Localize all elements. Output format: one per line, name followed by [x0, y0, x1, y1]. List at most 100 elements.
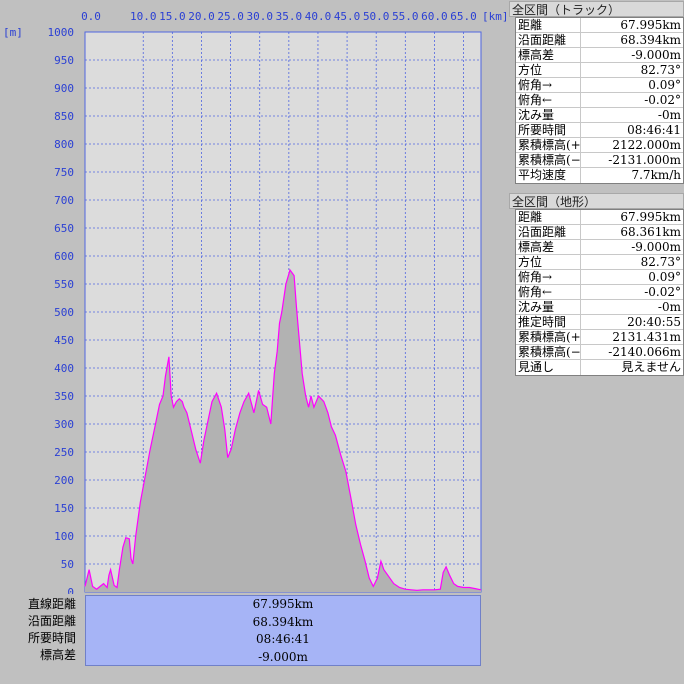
summary-value-duration: 08:46:41	[256, 632, 310, 646]
terrain-stats-panel: 全区間（地形） 距離 67.995km 沿面距離 68.361km 標高差 -9.000m…	[509, 193, 684, 376]
stat-row: 累積標高(+) 2131.431m	[516, 330, 683, 345]
stat-value: 08:46:41	[627, 123, 681, 137]
stat-value: 67.995km	[620, 18, 681, 32]
x-tick-label: 65.0	[450, 10, 477, 23]
stat-key: 俯角←	[516, 285, 581, 299]
y-tick-label: 650	[54, 222, 74, 235]
stat-key: 累積標高(−)	[518, 345, 581, 359]
x-tick-label: 30.0	[246, 10, 273, 23]
stat-value: -2131.000m	[608, 153, 681, 167]
stat-value: 20:40:55	[627, 315, 681, 329]
stat-key: 俯角→	[516, 270, 581, 284]
x-tick-label: 50.0	[363, 10, 390, 23]
stat-row: 距離 67.995km	[516, 18, 683, 33]
stat-key: 標高差	[516, 240, 581, 254]
stat-key: 沿面距離	[516, 225, 581, 239]
stat-value: 2131.431m	[612, 330, 681, 344]
y-tick-label: 900	[54, 82, 74, 95]
y-tick-label: 250	[54, 446, 74, 459]
stat-value: -0m	[657, 300, 681, 314]
stat-value: 67.995km	[620, 210, 681, 224]
y-tick-label: 100	[54, 530, 74, 543]
stat-value: -9.000m	[631, 48, 681, 62]
stat-row: 俯角→ 0.09°	[516, 78, 683, 93]
stat-row: 沈み量 -0m	[516, 108, 683, 123]
summary-label-elevation-diff: 標高差	[39, 648, 76, 662]
terrain-stats-table: 距離 67.995km 沿面距離 68.361km 標高差 -9.000m 方位 82.73°…	[515, 209, 684, 376]
stat-key: 距離	[516, 18, 581, 32]
x-tick-label: 15.0	[159, 10, 186, 23]
y-tick-label: 200	[54, 474, 74, 487]
y-tick-label: 50	[61, 558, 74, 571]
terrain-panel-title: 全区間（地形）	[509, 193, 684, 209]
y-tick-label: 850	[54, 110, 74, 123]
y-tick-label: 550	[54, 278, 74, 291]
y-tick-label: 450	[54, 334, 74, 347]
stat-key: 距離	[516, 210, 581, 224]
y-tick-labels: 0 50 100 150 200 250 300 350 400 450 500 550 600 650 7…	[48, 26, 75, 594]
stat-value: 0.09°	[648, 270, 681, 284]
y-tick-label: 0	[67, 586, 74, 594]
summary-label-straight-distance: 直線距離	[27, 597, 76, 611]
y-tick-label: 750	[54, 166, 74, 179]
stat-row: 標高差 -9.000m	[516, 240, 683, 255]
stat-key: 見通し	[516, 360, 581, 375]
stat-value: -0.02°	[644, 93, 681, 107]
stat-key: 推定時間	[516, 315, 581, 329]
stat-value: 0.09°	[648, 78, 681, 92]
y-tick-label: 700	[54, 194, 74, 207]
track-stats-panel: 全区間（トラック） 距離 67.995km 沿面距離 68.394km 標高差 -9.00…	[509, 1, 684, 184]
stat-row: 俯角← -0.02°	[516, 285, 683, 300]
stat-key: 俯角→	[516, 78, 581, 92]
summary-label-surface-distance: 沿面距離	[27, 614, 76, 628]
stat-key: 平均速度	[516, 168, 581, 183]
y-tick-label: 300	[54, 418, 74, 431]
stat-row: 累積標高(−) -2140.066m	[516, 345, 683, 360]
summary-labels: 直線距離 沿面距離 所要時間 標高差	[0, 596, 82, 664]
stat-value: 7.7km/h	[631, 168, 681, 182]
stat-key: 方位	[516, 255, 581, 269]
stat-row: 俯角← -0.02°	[516, 93, 683, 108]
stat-row: 方位 82.73°	[516, 63, 683, 78]
stat-row: 見通し 見えません	[516, 360, 683, 375]
summary-value-elevation-diff: -9.000m	[258, 649, 308, 664]
stat-row: 俯角→ 0.09°	[516, 270, 683, 285]
x-tick-label: 40.0	[305, 10, 332, 23]
stat-row: 沈み量 -0m	[516, 300, 683, 315]
stat-value: 見えません	[621, 360, 681, 374]
stat-row: 所要時間 08:46:41	[516, 123, 683, 138]
stat-row: 沿面距離 68.361km	[516, 225, 683, 240]
stat-key: 標高差	[516, 48, 581, 62]
stat-key: 方位	[516, 63, 581, 77]
x-tick-labels: 0.0 10.0 15.0 20.0 25.0 30.0 35.0 40.0 45.0 50.0 5…	[81, 10, 477, 23]
track-stats-table: 距離 67.995km 沿面距離 68.394km 標高差 -9.000m 方位 82.73°…	[515, 17, 684, 184]
x-tick-label: 10.0	[130, 10, 157, 23]
stat-value: 68.361km	[620, 225, 681, 239]
stat-key: 沈み量	[516, 108, 581, 122]
stat-value: -0.02°	[644, 285, 681, 299]
y-tick-label: 400	[54, 362, 74, 375]
stat-value: -0m	[657, 108, 681, 122]
x-tick-label: 35.0	[276, 10, 303, 23]
stat-key: 俯角←	[516, 93, 581, 107]
stat-key: 所要時間	[516, 123, 581, 137]
y-unit-label: [m]	[3, 26, 23, 39]
y-tick-label: 350	[54, 390, 74, 403]
x-tick-label: 55.0	[392, 10, 419, 23]
stat-row: 平均速度 7.7km/h	[516, 168, 683, 183]
y-tick-label: 150	[54, 502, 74, 515]
stat-key: 累積標高(+)	[518, 330, 581, 344]
stat-row: 沿面距離 68.394km	[516, 33, 683, 48]
x-tick-label: 25.0	[217, 10, 244, 23]
elevation-chart: 0.0 10.0 15.0 20.0 25.0 30.0 35.0 40.0 45.0 50.0 5…	[3, 10, 509, 594]
stat-value: -9.000m	[631, 240, 681, 254]
y-tick-label: 600	[54, 250, 74, 263]
x-tick-label: 20.0	[188, 10, 215, 23]
stat-value: -2140.066m	[608, 345, 681, 359]
x-tick-label: 60.0	[421, 10, 448, 23]
stat-key: 沈み量	[516, 300, 581, 314]
stat-value: 82.73°	[640, 255, 681, 269]
y-tick-label: 950	[54, 54, 74, 67]
stat-row: 推定時間 20:40:55	[516, 315, 683, 330]
stat-value: 68.394km	[620, 33, 681, 47]
